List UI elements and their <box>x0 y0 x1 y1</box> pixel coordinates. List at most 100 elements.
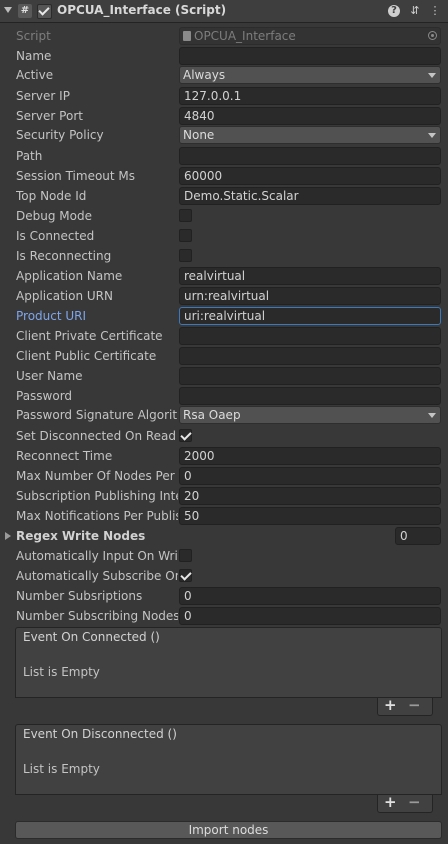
row-password: Password <box>0 386 448 406</box>
label-path: Path <box>16 149 43 163</box>
row-regex-write-nodes[interactable]: Regex Write Nodes 0 <box>0 526 448 546</box>
help-icon[interactable]: ? <box>388 5 400 17</box>
label-user-name: User Name <box>16 369 83 383</box>
label-subscription-publishing-interval: Subscription Publishing Interval <box>16 489 178 503</box>
session-timeout-input[interactable]: 60000 <box>179 167 441 185</box>
label-top-node-id: Top Node Id <box>16 189 87 203</box>
active-dropdown[interactable]: Always <box>179 66 441 84</box>
event-on-connected-header: Event On Connected () <box>15 627 442 647</box>
chevron-right-icon[interactable] <box>5 532 11 540</box>
security-policy-dropdown[interactable]: None <box>179 126 441 144</box>
label-client-private-certificate: Client Private Certificate <box>16 329 163 343</box>
max-nodes-per-subscription-input[interactable]: 0 <box>179 467 441 485</box>
label-server-port: Server Port <box>16 109 83 123</box>
client-private-certificate-input[interactable] <box>179 327 441 345</box>
reconnect-time-input[interactable]: 2000 <box>179 447 441 465</box>
row-top-node-id: Top Node Id Demo.Static.Scalar <box>0 186 448 206</box>
row-set-disconnected-on-read-error: Set Disconnected On Read Error <box>0 426 448 446</box>
label-application-urn: Application URN <box>16 289 113 303</box>
label-auto-input-on-write: Automatically Input On Write <box>16 549 178 563</box>
event-on-disconnected-header: Event On Disconnected () <box>15 724 442 744</box>
foldout-arrow-icon[interactable] <box>4 7 12 13</box>
server-ip-input[interactable]: 127.0.0.1 <box>179 87 441 105</box>
row-debug-mode: Debug Mode <box>0 206 448 226</box>
remove-listener-button[interactable]: − <box>408 696 421 714</box>
regex-write-nodes-size-input[interactable]: 0 <box>395 527 441 545</box>
regex-write-nodes-foldout[interactable]: Regex Write Nodes <box>16 529 145 543</box>
import-nodes-button[interactable]: Import nodes <box>15 821 442 839</box>
auto-input-on-write-checkbox[interactable] <box>179 549 192 562</box>
set-disconnected-on-read-error-checkbox[interactable] <box>179 429 192 442</box>
component-header: # OPCUA_Interface (Script) ? ⇵ ⋮ <box>0 0 448 23</box>
password-input[interactable] <box>179 387 441 405</box>
label-server-ip: Server IP <box>16 89 70 103</box>
row-application-urn: Application URN urn:realvirtual <box>0 286 448 306</box>
label-active: Active <box>16 68 54 82</box>
label-script: Script <box>16 29 51 43</box>
active-dropdown-value: Always <box>183 68 226 82</box>
is-connected-checkbox[interactable] <box>179 229 192 242</box>
row-server-ip: Server IP 127.0.0.1 <box>0 86 448 106</box>
object-picker-icon <box>428 31 437 40</box>
is-reconnecting-checkbox[interactable] <box>179 249 192 262</box>
event-on-connected-footer: + − <box>377 696 433 716</box>
label-max-notifications-per-publish: Max Notifications Per Publish <box>16 509 178 523</box>
event-list-empty-label: List is Empty <box>23 762 100 776</box>
row-is-reconnecting: Is Reconnecting <box>0 246 448 266</box>
server-port-input[interactable]: 4840 <box>179 107 441 125</box>
application-urn-input[interactable]: urn:realvirtual <box>179 287 441 305</box>
number-subscribing-nodes-input[interactable]: 0 <box>179 607 441 625</box>
debug-mode-checkbox[interactable] <box>179 209 192 222</box>
label-security-policy: Security Policy <box>16 128 104 142</box>
name-input[interactable] <box>179 47 441 65</box>
script-reference-field: OPCUA_Interface <box>179 27 441 45</box>
add-listener-button[interactable]: + <box>384 793 397 811</box>
label-is-reconnecting: Is Reconnecting <box>16 249 112 263</box>
row-user-name: User Name <box>0 366 448 386</box>
password-signature-algorithm-dropdown[interactable]: Rsa Oaep <box>179 406 441 424</box>
context-menu-icon[interactable]: ⋮ <box>428 4 442 18</box>
event-on-disconnected-list: List is Empty <box>15 743 442 795</box>
max-notifications-per-publish-input[interactable]: 50 <box>179 507 441 525</box>
client-public-certificate-input[interactable] <box>179 347 441 365</box>
chevron-down-icon <box>428 133 436 138</box>
row-password-signature-algorithm: Password Signature Algorithm Rsa Oaep <box>0 405 448 425</box>
check-icon <box>38 4 50 16</box>
event-on-disconnected-footer: + − <box>377 793 433 813</box>
row-number-subscribing-nodes: Number Subscribing Nodes 0 <box>0 606 448 626</box>
label-reconnect-time: Reconnect Time <box>16 449 113 463</box>
label-password-signature-algorithm: Password Signature Algorithm <box>16 408 178 422</box>
application-name-input[interactable]: realvirtual <box>179 267 441 285</box>
check-icon <box>180 429 192 441</box>
label-number-subscriptions: Number Subsriptions <box>16 589 143 603</box>
security-policy-value: None <box>183 128 215 142</box>
number-subscriptions-input[interactable]: 0 <box>179 587 441 605</box>
component-enabled-checkbox[interactable] <box>37 4 52 19</box>
row-auto-subscribe-on-input: Automatically Subscribe On Input <box>0 566 448 586</box>
label-max-nodes-per-subscription: Max Number Of Nodes Per Subscription <box>16 469 178 483</box>
row-reconnect-time: Reconnect Time 2000 <box>0 446 448 466</box>
top-node-id-input[interactable]: Demo.Static.Scalar <box>179 187 441 205</box>
row-security-policy: Security Policy None <box>0 125 448 145</box>
script-file-icon <box>183 31 191 41</box>
password-signature-algorithm-value: Rsa Oaep <box>183 408 241 422</box>
auto-subscribe-on-input-checkbox[interactable] <box>179 569 192 582</box>
event-on-connected-list: List is Empty <box>15 646 442 698</box>
script-icon: # <box>18 4 32 18</box>
row-subscription-publishing-interval: Subscription Publishing Interval 20 <box>0 486 448 506</box>
event-list-empty-label: List is Empty <box>23 665 100 679</box>
row-auto-input-on-write: Automatically Input On Write <box>0 546 448 566</box>
row-path: Path <box>0 146 448 166</box>
row-max-nodes-per-subscription: Max Number Of Nodes Per Subscription 0 <box>0 466 448 486</box>
product-uri-input[interactable]: uri:realvirtual <box>179 307 441 325</box>
preset-settings-icon[interactable]: ⇵ <box>408 4 422 18</box>
label-number-subscribing-nodes: Number Subscribing Nodes <box>16 609 178 623</box>
user-name-input[interactable] <box>179 367 441 385</box>
add-listener-button[interactable]: + <box>384 696 397 714</box>
chevron-down-icon <box>428 73 436 78</box>
remove-listener-button[interactable]: − <box>408 793 421 811</box>
subscription-publishing-interval-input[interactable]: 20 <box>179 487 441 505</box>
row-is-connected: Is Connected <box>0 226 448 246</box>
row-script: Script OPCUA_Interface <box>0 26 448 46</box>
path-input[interactable] <box>179 147 441 165</box>
